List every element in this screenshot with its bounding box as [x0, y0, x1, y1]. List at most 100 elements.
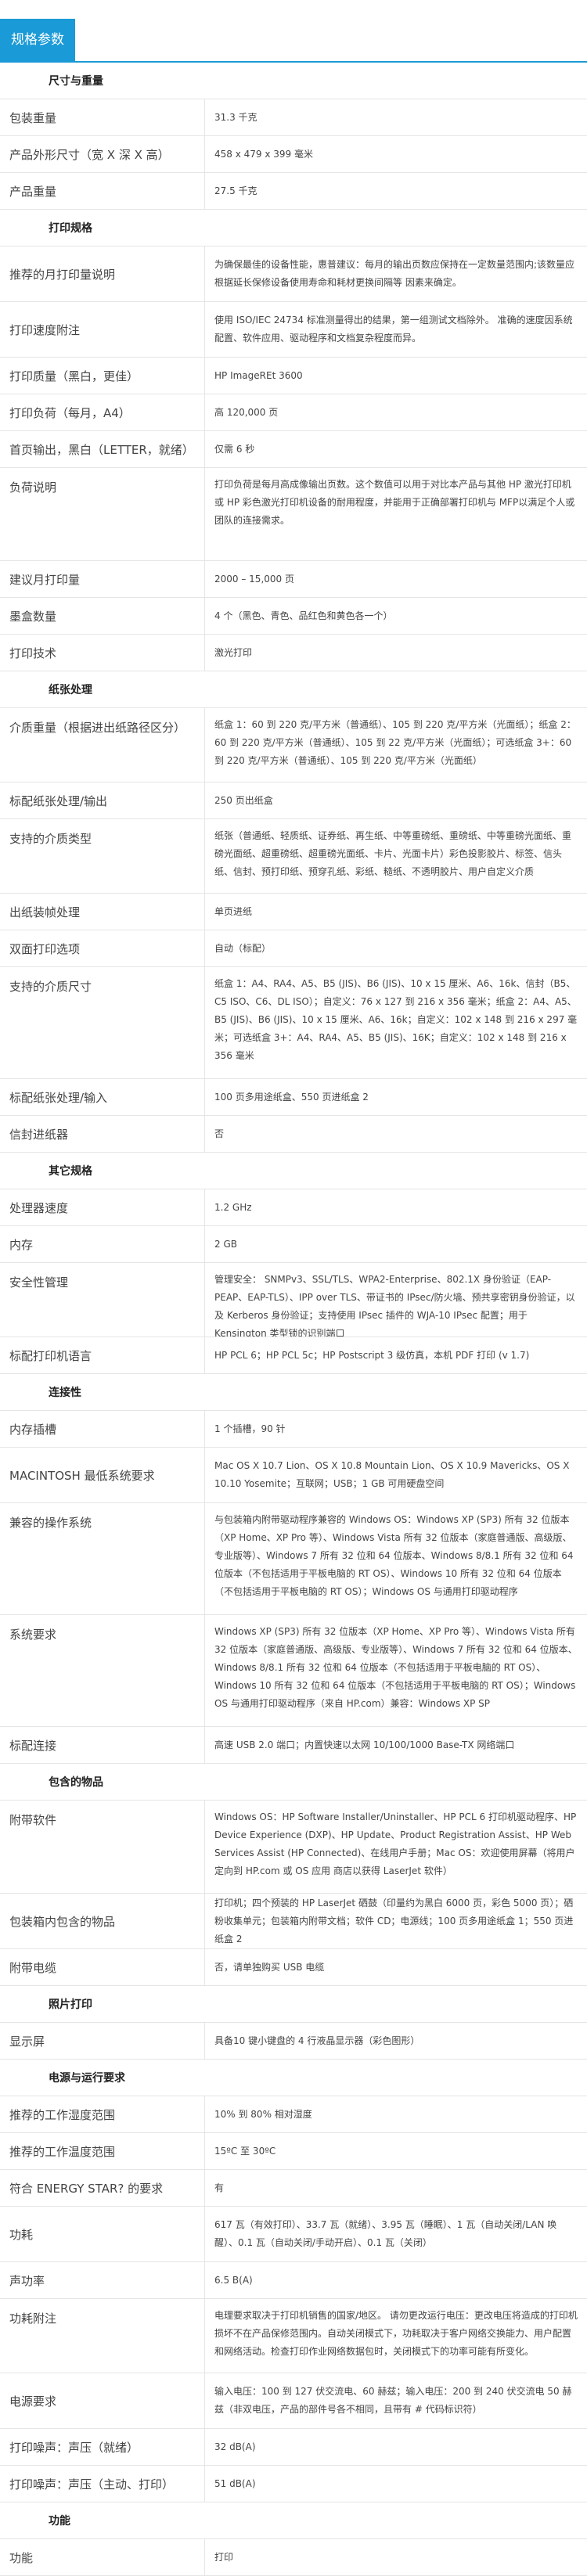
section-title: 其它规格	[49, 1165, 92, 1178]
spec-value-text: 打印负荷是每月高成像输出页数。这个数值可以用于对比本产品与其他 HP 激光打印机…	[214, 479, 575, 526]
spec-table: 尺寸与重量 包装重量 31.3 千克 产品外形尺寸（宽 X 深 X 高） 458 x 4…	[0, 63, 587, 2576]
spec-value: 有	[205, 2170, 587, 2206]
spec-value: 自动（标配）	[205, 930, 587, 966]
spec-row: 显示屏 具备10 键小键盘的 4 行液晶显示器（彩色图形）	[0, 2023, 587, 2060]
spec-value-text: 打印机；四个预装的 HP LaserJet 硒鼓（印量约为黑白 6000 页，彩…	[214, 1897, 574, 1945]
spec-value-text: 管理安全： SNMPv3、SSL/TLS、WPA2-Enterprise、802…	[214, 1274, 575, 1337]
spec-value-text: 458 x 479 x 399 毫米	[214, 148, 313, 160]
spec-row: MACINTOSH 最低系统要求 Mac OS X 10.7 Lion、OS X …	[0, 1448, 587, 1503]
spec-value-text: 输入电压：100 到 127 伏交流电、60 赫兹；输入电压：200 到 240…	[214, 2386, 572, 2415]
spec-value-text: 激光打印	[214, 646, 253, 658]
section-header: 电源与运行要求	[0, 2060, 587, 2096]
section-header: 包含的物品	[0, 1764, 587, 1801]
spec-label: 内存插槽	[0, 1411, 205, 1447]
spec-label: 双面打印选项	[0, 930, 205, 966]
spec-value: 6.5 B(A)	[205, 2262, 587, 2298]
spec-label: 支持的介质尺寸	[0, 967, 205, 1078]
spec-row: 功耗 617 瓦（有效打印）、33.7 瓦（就绪）、3.95 瓦（睡眠）、1 瓦（…	[0, 2207, 587, 2262]
spec-row: 双面打印选项 自动（标配）	[0, 930, 587, 967]
spec-row: 内存 2 GB	[0, 1226, 587, 1263]
spec-label: 标配纸张处理/输入	[0, 1079, 205, 1115]
spec-row: 推荐的工作温度范围 15ºC 至 30ºC	[0, 2133, 587, 2170]
spec-value: 51 dB(A)	[205, 2466, 587, 2502]
spec-value-text: 31.3 千克	[214, 111, 257, 123]
spec-label: 介质重量（根据进出纸路径区分）	[0, 708, 205, 782]
spec-value-text: 51 dB(A)	[214, 2477, 256, 2489]
spec-value: 仅需 6 秒	[205, 431, 587, 467]
spec-label: MACINTOSH 最低系统要求	[0, 1448, 205, 1502]
spec-value: 10% 到 80% 相对湿度	[205, 2096, 587, 2132]
spec-value: 为确保最佳的设备性能，惠普建议：每月的输出页数应保持在一定数量范围内;该数量应根…	[205, 246, 587, 301]
spec-row: 声功率 6.5 B(A)	[0, 2262, 587, 2299]
spec-label: 声功率	[0, 2262, 205, 2298]
section-title: 照片打印	[49, 1999, 92, 2011]
spec-value: Windows XP (SP3) 所有 32 位版本（XP Home、XP Pr…	[205, 1615, 587, 1726]
spec-value: 1 个插槽，90 针	[205, 1411, 587, 1447]
spec-label: 包装重量	[0, 99, 205, 135]
spec-tab[interactable]: 规格参数	[0, 19, 75, 61]
spec-value: 2 GB	[205, 1226, 587, 1262]
spec-label: 附带软件	[0, 1801, 205, 1893]
spec-value: 250 页出纸盒	[205, 783, 587, 818]
spec-value-text: 纸张（普通纸、轻质纸、证券纸、再生纸、中等重磅纸、重磅纸、中等重磅光面纸、重磅光…	[214, 830, 572, 877]
spec-row: 负荷说明 打印负荷是每月高成像输出页数。这个数值可以用于对比本产品与其他 HP 激…	[0, 468, 587, 561]
spec-row: 打印负荷（每月，A4） 高 120,000 页	[0, 394, 587, 431]
section-header: 纸张处理	[0, 671, 587, 708]
spec-label: 安全性管理	[0, 1263, 205, 1337]
spec-label: 首页输出，黑白（LETTER，就绪）	[0, 431, 205, 467]
spec-value-text: 纸盒 1：60 到 220 克/平方米（普通纸）、105 到 220 克/平方米…	[214, 719, 576, 766]
spec-value: 100 页多用途纸盒、550 页进纸盒 2	[205, 1079, 587, 1115]
spec-row: 首页输出，黑白（LETTER，就绪） 仅需 6 秒	[0, 431, 587, 468]
section-title: 电源与运行要求	[49, 2072, 125, 2085]
spec-value: 纸盒 1：60 到 220 克/平方米（普通纸）、105 到 220 克/平方米…	[205, 708, 587, 782]
spec-label: 标配纸张处理/输出	[0, 783, 205, 818]
section-title: 纸张处理	[49, 684, 92, 696]
spec-row: 附带软件 Windows OS：HP Software Installer/Uni…	[0, 1801, 587, 1894]
spec-row: 打印噪声：声压（就绪） 32 dB(A)	[0, 2429, 587, 2466]
spec-label: 打印质量（黑白，更佳）	[0, 358, 205, 394]
spec-value: HP PCL 6；HP PCL 5c；HP Postscript 3 级仿真，本…	[205, 1337, 587, 1373]
spec-value: 纸张（普通纸、轻质纸、证券纸、再生纸、中等重磅纸、重磅纸、中等重磅光面纸、重磅光…	[205, 819, 587, 893]
spec-row: 墨盒数量 4 个（黑色、青色、品红色和黄色各一个）	[0, 598, 587, 635]
spec-value-text: 1.2 GHz	[214, 1201, 252, 1213]
spec-row: 附带电缆 否，请单独购买 USB 电缆	[0, 1949, 587, 1986]
spec-value-text: 单页进纸	[214, 905, 253, 917]
spec-value-text: 否	[214, 1128, 225, 1139]
spec-row: 兼容的操作系统 与包装箱内附带驱动程序兼容的 Windows OS：Windows…	[0, 1503, 587, 1615]
spec-label: 产品重量	[0, 173, 205, 209]
spec-row: 电源要求 输入电压：100 到 127 伏交流电、60 赫兹；输入电压：200 到…	[0, 2373, 587, 2429]
section-title: 尺寸与重量	[49, 75, 103, 88]
spec-value-text: 617 瓦（有效打印）、33.7 瓦（就绪）、3.95 瓦（睡眠）、1 瓦（自动…	[214, 2219, 557, 2248]
spec-value: 打印机；四个预装的 HP LaserJet 硒鼓（印量约为黑白 6000 页，彩…	[205, 1894, 587, 1948]
spec-row: 系统要求 Windows XP (SP3) 所有 32 位版本（XP Home、X…	[0, 1615, 587, 1727]
spec-row: 标配连接 高速 USB 2.0 端口；内置快速以太网 10/100/1000 Ba…	[0, 1727, 587, 1764]
spec-value-text: 高速 USB 2.0 端口；内置快速以太网 10/100/1000 Base-T…	[214, 1739, 515, 1750]
spec-label: 符合 ENERGY STAR? 的要求	[0, 2170, 205, 2206]
spec-value-text: 高 120,000 页	[214, 406, 279, 418]
spec-label: 打印噪声：声压（主动、打印）	[0, 2466, 205, 2502]
spec-row: 包装箱内包含的物品 打印机；四个预装的 HP LaserJet 硒鼓（印量约为黑白…	[0, 1894, 587, 1949]
spec-label: 附带电缆	[0, 1949, 205, 1985]
section-header: 打印规格	[0, 210, 587, 246]
spec-label: 系统要求	[0, 1615, 205, 1726]
spec-value: 纸盒 1：A4、RA4、A5、B5 (JIS)、B6 (JIS)、10 x 15…	[205, 967, 587, 1078]
spec-label: 内存	[0, 1226, 205, 1262]
section-header: 功能	[0, 2502, 587, 2539]
spec-label: 支持的介质类型	[0, 819, 205, 893]
spec-value-text: 纸盒 1：A4、RA4、A5、B5 (JIS)、B6 (JIS)、10 x 15…	[214, 978, 578, 1061]
spec-value-text: 1 个插槽，90 针	[214, 1423, 286, 1434]
spec-value-text: 250 页出纸盒	[214, 794, 273, 806]
spec-value: Mac OS X 10.7 Lion、OS X 10.8 Mountain Li…	[205, 1448, 587, 1502]
spec-value: 1.2 GHz	[205, 1189, 587, 1225]
spec-label: 打印技术	[0, 635, 205, 671]
spec-value-text: 100 页多用途纸盒、550 页进纸盒 2	[214, 1091, 369, 1103]
spec-value-text: HP ImageREt 3600	[214, 369, 303, 381]
spec-row: 标配纸张处理/输入 100 页多用途纸盒、550 页进纸盒 2	[0, 1079, 587, 1116]
spec-label: 功耗附注	[0, 2299, 205, 2373]
spec-label: 出纸装帧处理	[0, 894, 205, 930]
spec-value: 2000 – 15,000 页	[205, 561, 587, 597]
spec-label: 打印负荷（每月，A4）	[0, 394, 205, 430]
section-title: 包含的物品	[49, 1776, 103, 1789]
spec-value: 15ºC 至 30ºC	[205, 2133, 587, 2169]
spec-value: 具备10 键小键盘的 4 行液晶显示器（彩色图形）	[205, 2023, 587, 2059]
